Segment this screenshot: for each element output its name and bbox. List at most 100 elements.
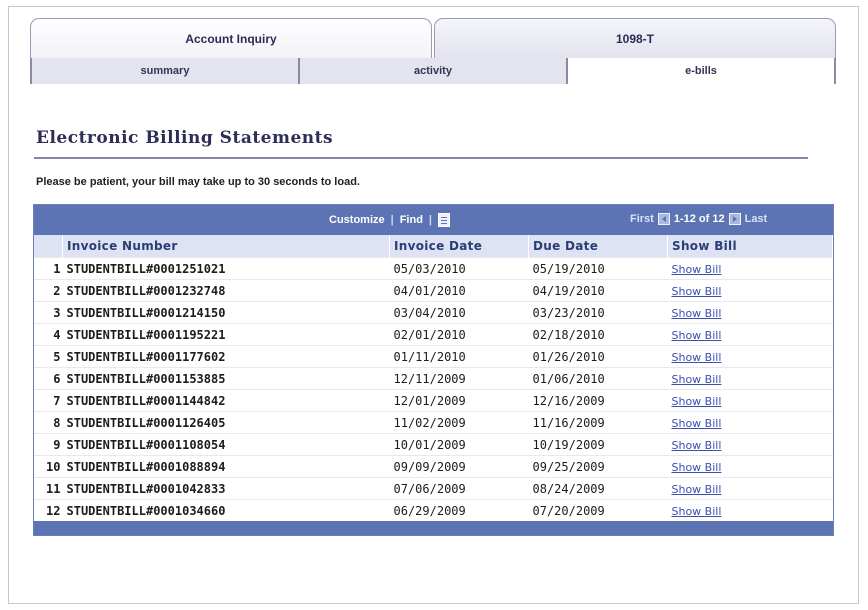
table-row: 6 STUDENTBILL#0001153885 12/11/2009 01/06/2…: [34, 367, 833, 390]
table-row: 7 STUDENTBILL#0001144842 12/01/2009 12/16/2…: [34, 389, 833, 412]
tab-account-inquiry[interactable]: Account Inquiry: [30, 18, 432, 58]
column-header-invoice-date[interactable]: Invoice Date: [389, 235, 529, 258]
invoice-number: STUDENTBILL#0001251021: [62, 257, 390, 280]
row-number: 9: [34, 433, 63, 456]
show-bill-link[interactable]: Show Bill: [672, 505, 722, 518]
table-row: 5 STUDENTBILL#0001177602 01/11/2010 01/26/2…: [34, 345, 833, 368]
invoice-date: 02/01/2010: [389, 323, 529, 346]
show-bill-link[interactable]: Show Bill: [672, 285, 722, 298]
first-link[interactable]: First: [630, 213, 654, 225]
customize-link[interactable]: Customize: [329, 214, 385, 226]
find-link[interactable]: Find: [400, 214, 423, 226]
row-number: 5: [34, 345, 63, 368]
invoice-date: 10/01/2009: [389, 433, 529, 456]
subtab-bar: summary activity e-bills: [30, 58, 836, 84]
due-date: 05/19/2010: [528, 257, 668, 280]
column-header-invoice-number[interactable]: Invoice Number: [62, 235, 390, 258]
tab-1098-t[interactable]: 1098-T: [434, 18, 836, 58]
show-bill-link[interactable]: Show Bill: [672, 417, 722, 430]
invoice-number: STUDENTBILL#0001232748: [62, 279, 390, 302]
grid-toolbar: Customize | Find | First 1-12 of 12 Last: [34, 205, 833, 235]
subtab-summary[interactable]: summary: [30, 58, 298, 84]
invoice-date: 05/03/2010: [389, 257, 529, 280]
show-bill-cell: Show Bill: [667, 477, 833, 500]
due-date: 01/26/2010: [528, 345, 668, 368]
table-row: 11 STUDENTBILL#0001042833 07/06/2009 08/24/…: [34, 477, 833, 500]
subtab-e-bills[interactable]: e-bills: [566, 58, 836, 84]
table-row: 12 STUDENTBILL#0001034660 06/29/2009 07/20/…: [34, 499, 833, 521]
separator: |: [428, 214, 432, 226]
table-row: 8 STUDENTBILL#0001126405 11/02/2009 11/16/2…: [34, 411, 833, 434]
show-bill-cell: Show Bill: [667, 345, 833, 368]
previous-arrow-icon[interactable]: [657, 213, 670, 225]
invoice-number: STUDENTBILL#0001177602: [62, 345, 390, 368]
show-bill-link[interactable]: Show Bill: [672, 351, 722, 364]
row-number: 10: [34, 455, 63, 478]
show-bill-link[interactable]: Show Bill: [672, 395, 722, 408]
invoice-date: 04/01/2010: [389, 279, 529, 302]
show-bill-link[interactable]: Show Bill: [672, 307, 722, 320]
table-row: 9 STUDENTBILL#0001108054 10/01/2009 10/19/2…: [34, 433, 833, 456]
due-date: 11/16/2009: [528, 411, 668, 434]
show-bill-link[interactable]: Show Bill: [672, 461, 722, 474]
show-bill-cell: Show Bill: [667, 455, 833, 478]
invoice-number: STUDENTBILL#0001214150: [62, 301, 390, 324]
show-bill-cell: Show Bill: [667, 279, 833, 302]
table-header-row: Invoice Number Invoice Date Due Date Sho…: [34, 235, 833, 258]
invoice-date: 09/09/2009: [389, 455, 529, 478]
show-bill-link[interactable]: Show Bill: [672, 439, 722, 452]
show-bill-cell: Show Bill: [667, 411, 833, 434]
next-arrow-icon[interactable]: [728, 213, 741, 225]
grid-tools: Customize | Find |: [329, 213, 450, 227]
invoice-date: 07/06/2009: [389, 477, 529, 500]
show-bill-link[interactable]: Show Bill: [672, 329, 722, 342]
invoice-number: STUDENTBILL#0001042833: [62, 477, 390, 500]
invoice-date: 03/04/2010: [389, 301, 529, 324]
invoice-number: STUDENTBILL#0001126405: [62, 411, 390, 434]
download-icon[interactable]: [438, 213, 450, 227]
invoice-date: 06/29/2009: [389, 499, 529, 521]
show-bill-cell: Show Bill: [667, 433, 833, 456]
invoice-date: 11/02/2009: [389, 411, 529, 434]
table-row: 1 STUDENTBILL#0001251021 05/03/2010 05/19/2…: [34, 257, 833, 280]
separator: |: [390, 214, 394, 226]
show-bill-link[interactable]: Show Bill: [672, 483, 722, 496]
invoice-number: STUDENTBILL#0001088894: [62, 455, 390, 478]
row-number: 4: [34, 323, 63, 346]
title-divider: [34, 157, 808, 159]
show-bill-cell: Show Bill: [667, 367, 833, 390]
due-date: 07/20/2009: [528, 499, 668, 521]
row-number: 3: [34, 301, 63, 324]
invoice-table: Invoice Number Invoice Date Due Date Sho…: [34, 235, 833, 521]
invoice-number: STUDENTBILL#0001108054: [62, 433, 390, 456]
table-row: 3 STUDENTBILL#0001214150 03/04/2010 03/23/2…: [34, 301, 833, 324]
invoice-date: 12/11/2009: [389, 367, 529, 390]
row-number: 7: [34, 389, 63, 412]
row-number: 6: [34, 367, 63, 390]
row-number: 8: [34, 411, 63, 434]
show-bill-link[interactable]: Show Bill: [672, 373, 722, 386]
invoice-date: 12/01/2009: [389, 389, 529, 412]
show-bill-cell: Show Bill: [667, 257, 833, 280]
show-bill-cell: Show Bill: [667, 301, 833, 324]
column-header-due-date[interactable]: Due Date: [528, 235, 668, 258]
load-notice: Please be patient, your bill may take up…: [36, 176, 360, 188]
row-number: 12: [34, 499, 63, 521]
subtab-activity[interactable]: activity: [298, 58, 566, 84]
due-date: 08/24/2009: [528, 477, 668, 500]
show-bill-cell: Show Bill: [667, 323, 833, 346]
show-bill-cell: Show Bill: [667, 499, 833, 521]
invoice-number: STUDENTBILL#0001034660: [62, 499, 390, 521]
invoice-number: STUDENTBILL#0001195221: [62, 323, 390, 346]
show-bill-link[interactable]: Show Bill: [672, 263, 722, 276]
row-number: 1: [34, 257, 63, 280]
column-header-row-number: [34, 235, 63, 258]
grid-pager: First 1-12 of 12 Last: [630, 213, 767, 225]
row-range: 1-12 of 12: [673, 213, 725, 225]
due-date: 10/19/2009: [528, 433, 668, 456]
last-link[interactable]: Last: [745, 213, 768, 225]
column-header-show-bill[interactable]: Show Bill: [667, 235, 833, 258]
due-date: 03/23/2010: [528, 301, 668, 324]
invoice-rows: 1 STUDENTBILL#0001251021 05/03/2010 05/19/2…: [34, 257, 833, 521]
row-number: 11: [34, 477, 63, 500]
